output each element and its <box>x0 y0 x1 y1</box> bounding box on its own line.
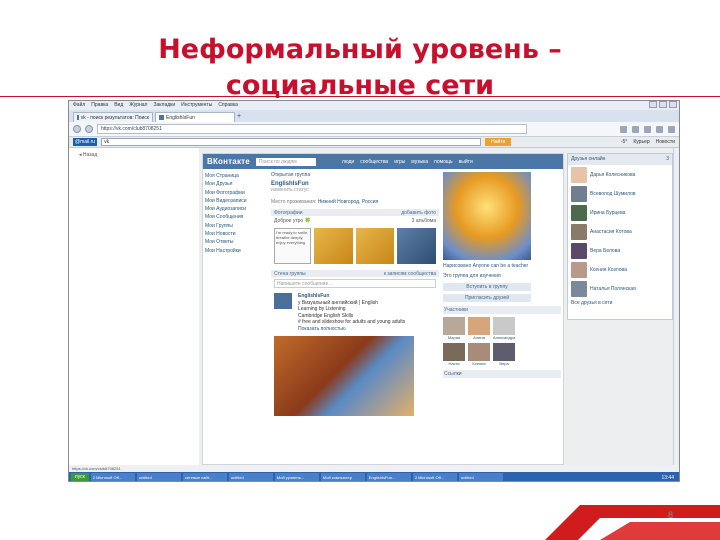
slide: Неформальный уровень – социальные сети Ф… <box>0 0 720 540</box>
page-number: 8 <box>668 510 674 520</box>
red-stripe <box>600 522 720 540</box>
red-stripes-decoration <box>545 505 720 540</box>
